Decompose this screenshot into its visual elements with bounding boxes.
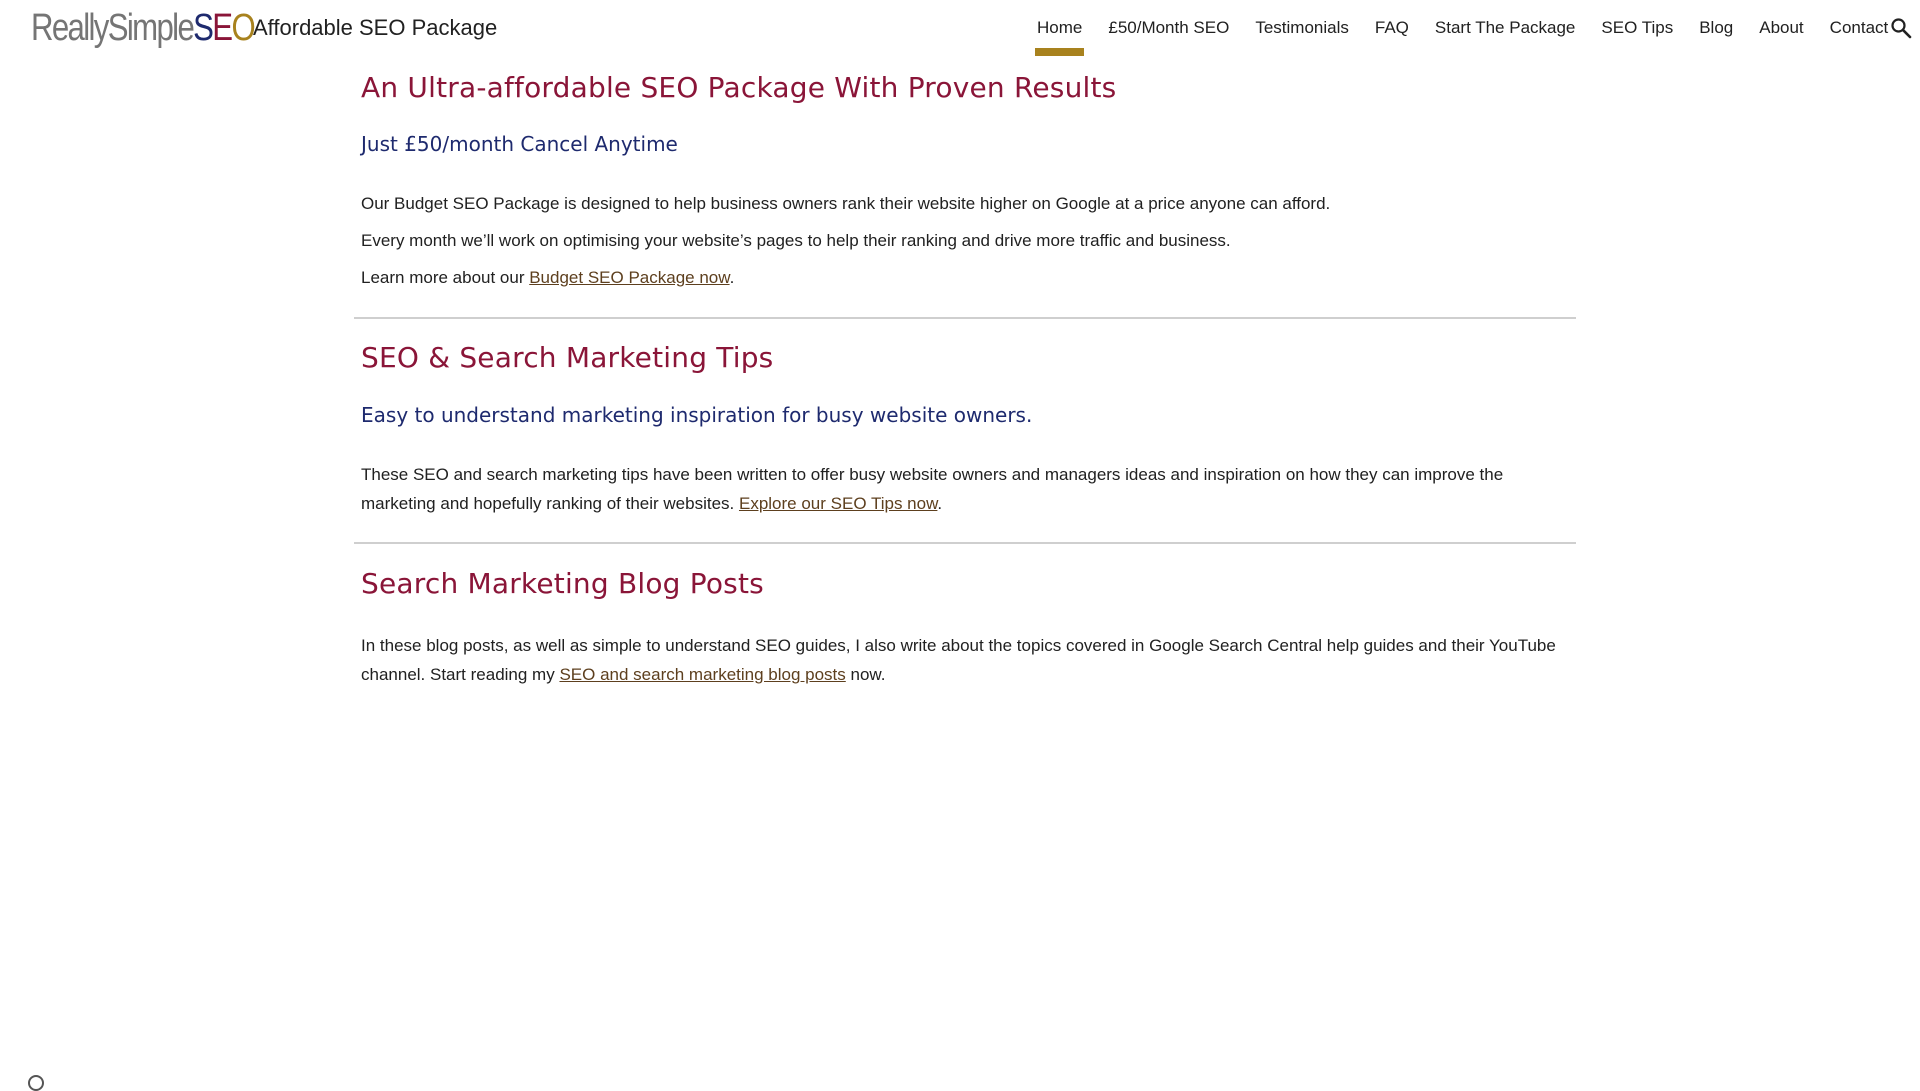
package-paragraph-3: Learn more about our Budget SEO Package … <box>361 263 1561 292</box>
blog-paragraph: In these blog posts, as well as simple t… <box>361 631 1561 689</box>
search-button[interactable] <box>1889 16 1913 40</box>
package-section-title: An Ultra-affordable SEO Package With Pro… <box>361 71 1117 104</box>
page-info-button[interactable] <box>28 1075 44 1091</box>
blog-paragraph-text: In these blog posts, as well as simple t… <box>361 636 1556 684</box>
nav-item-contact[interactable]: Contact <box>1830 0 1889 38</box>
nav-item-home[interactable]: Home <box>1034 0 1085 56</box>
nav-item-faq[interactable]: FAQ <box>1375 0 1409 38</box>
tips-section-title: SEO & Search Marketing Tips <box>361 341 774 374</box>
explore-seo-tips-link[interactable]: Explore our SEO Tips now <box>739 494 937 513</box>
main-nav: Home £50/Month SEO Testimonials FAQ Star… <box>1010 0 1888 56</box>
package-section-subtitle: Just £50/month Cancel Anytime <box>361 132 678 156</box>
logo-text: ReallySimple <box>31 7 195 49</box>
site-logo[interactable]: ReallySimple S E O <box>31 6 256 50</box>
section-divider <box>354 317 1576 319</box>
tips-paragraph: These SEO and search marketing tips have… <box>361 460 1561 518</box>
nav-item-seo-tips[interactable]: SEO Tips <box>1601 0 1673 38</box>
section-divider <box>354 542 1576 544</box>
tips-section-subtitle: Easy to understand marketing inspiration… <box>361 403 1033 427</box>
blog-paragraph-end: now. <box>845 665 886 684</box>
budget-seo-package-link[interactable]: Budget SEO Package now <box>529 268 729 287</box>
tips-paragraph-end: . <box>937 494 943 513</box>
logo-letter-s: S <box>193 7 214 49</box>
package-paragraph-3-text: Learn more about our <box>361 268 530 287</box>
nav-item-blog[interactable]: Blog <box>1699 0 1733 38</box>
nav-item-about[interactable]: About <box>1759 0 1803 38</box>
package-paragraph-2: Every month we’ll work on optimising you… <box>361 231 1231 250</box>
nav-item-start-the-package[interactable]: Start The Package <box>1435 0 1576 38</box>
site-title[interactable]: Affordable SEO Package <box>253 14 497 42</box>
package-paragraph-3-end: . <box>729 268 735 287</box>
search-icon <box>1891 18 1912 39</box>
site-header: ReallySimple S E O Affordable SEO Package H… <box>0 0 1920 70</box>
package-paragraph-1: Our Budget SEO Package is designed to he… <box>361 194 1331 213</box>
nav-item-50-month-seo[interactable]: £50/Month SEO <box>1108 0 1229 38</box>
nav-item-testimonials[interactable]: Testimonials <box>1255 0 1349 38</box>
blog-section-title: Search Marketing Blog Posts <box>361 567 764 600</box>
logo-letter-o: O <box>231 7 255 49</box>
logo-letter-e: E <box>212 7 233 49</box>
blog-posts-link[interactable]: SEO and search marketing blog posts <box>559 665 845 684</box>
